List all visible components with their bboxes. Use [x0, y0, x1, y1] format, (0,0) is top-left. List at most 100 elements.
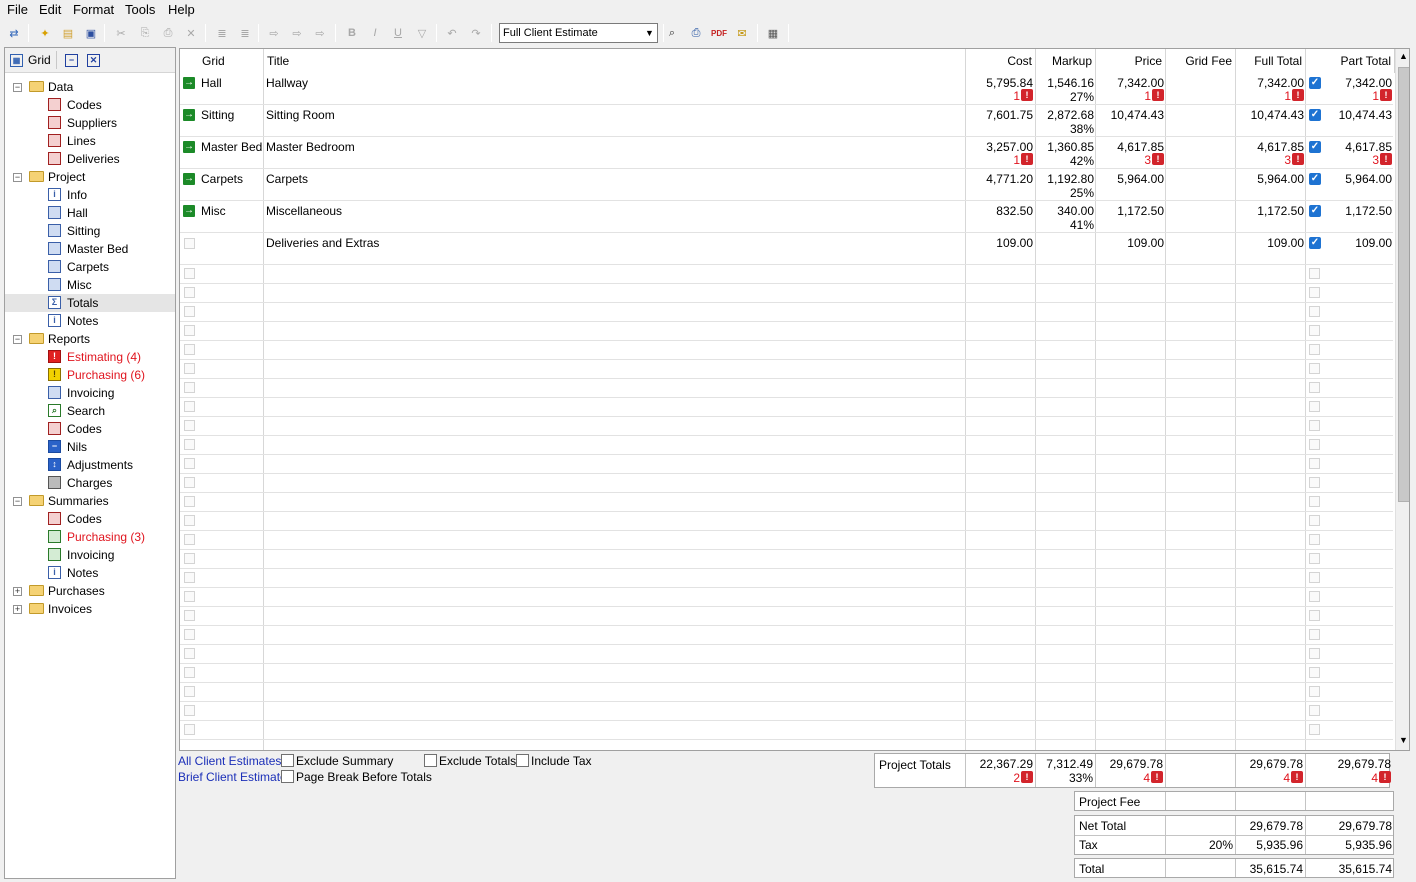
tree-item-reports-codes[interactable]: Codes: [5, 420, 175, 438]
open-project-icon[interactable]: ⇄: [5, 24, 23, 42]
new-icon[interactable]: ✦: [36, 24, 54, 42]
exclude-totals-checkbox[interactable]: [424, 754, 437, 767]
exclude-summary-checkbox[interactable]: [281, 754, 294, 767]
empty-row[interactable]: [180, 284, 1395, 303]
undo-icon[interactable]: ↶: [443, 24, 461, 42]
menu-help[interactable]: Help: [168, 2, 195, 18]
tree-item-reports-invoicing[interactable]: Invoicing: [5, 384, 175, 402]
report-select[interactable]: Full Client Estimate ▼: [499, 23, 658, 43]
underline-icon[interactable]: U: [389, 24, 407, 42]
empty-row[interactable]: [180, 721, 1395, 740]
empty-row[interactable]: [180, 379, 1395, 398]
bold-icon[interactable]: B: [343, 24, 361, 42]
empty-row[interactable]: [180, 531, 1395, 550]
tree-item-project-info[interactable]: i Info: [5, 186, 175, 204]
column-header-cost[interactable]: Cost: [966, 49, 1036, 73]
table-row[interactable]: → Carpets Carpets 4,771.20 1,192.80 25% 5,964.…: [180, 169, 1395, 201]
empty-row[interactable]: [180, 322, 1395, 341]
print-preview-icon[interactable]: ⌕: [663, 24, 681, 42]
menu-tools[interactable]: Tools: [125, 2, 155, 18]
tree-folder-invoices[interactable]: + Invoices: [5, 600, 175, 618]
empty-row[interactable]: [180, 436, 1395, 455]
menu-file[interactable]: File: [7, 2, 28, 18]
italic-icon[interactable]: I: [366, 24, 384, 42]
tree-folder-data[interactable]: − Data: [5, 78, 175, 96]
tree-item-reports-nils[interactable]: − Nils: [5, 438, 175, 456]
empty-row[interactable]: [180, 455, 1395, 474]
tree-item-reports-adjustments[interactable]: ↕ Adjustments: [5, 456, 175, 474]
tree-item-reports-search[interactable]: ⌕ Search: [5, 402, 175, 420]
go-to-grid-icon[interactable]: →: [183, 77, 195, 89]
empty-row[interactable]: [180, 360, 1395, 379]
table-row[interactable]: → Sitting Sitting Room 7,601.75 2,872.68 38% 1…: [180, 105, 1395, 137]
menu-edit[interactable]: Edit: [39, 2, 61, 18]
tree-item-summaries-notes[interactable]: i Notes: [5, 564, 175, 582]
empty-row[interactable]: [180, 550, 1395, 569]
tree-item-reports-purchasing[interactable]: ! Purchasing (6): [5, 366, 175, 384]
print-icon[interactable]: ⎙: [687, 24, 705, 42]
tree-item-summaries-purchasing[interactable]: Purchasing (3): [5, 528, 175, 546]
tree-item-reports-estimating[interactable]: ! Estimating (4): [5, 348, 175, 366]
tree-item-project-sitting[interactable]: Sitting: [5, 222, 175, 240]
menu-format[interactable]: Format: [73, 2, 114, 18]
go-to-grid-icon[interactable]: →: [183, 173, 195, 185]
all-client-estimates-link[interactable]: All Client Estimates: [178, 754, 281, 768]
open-folder-icon[interactable]: ▤: [59, 24, 77, 42]
column-header-full-total[interactable]: Full Total: [1236, 49, 1306, 73]
go-to-grid-icon[interactable]: →: [183, 109, 195, 121]
tree-item-project-carpets[interactable]: Carpets: [5, 258, 175, 276]
go-to-grid-icon[interactable]: →: [183, 205, 195, 217]
tree-item-data-codes[interactable]: Codes: [5, 96, 175, 114]
close-panel-icon[interactable]: ✕: [87, 54, 100, 67]
column-header-grid[interactable]: Grid: [180, 49, 264, 73]
collapse-icon[interactable]: −: [13, 83, 22, 92]
column-header-part-total[interactable]: Part Total: [1306, 49, 1395, 73]
save-icon[interactable]: ▣: [82, 24, 100, 42]
table-row[interactable]: Deliveries and Extras 109.00 109.00 109.00 ✓…: [180, 233, 1395, 265]
empty-row[interactable]: [180, 607, 1395, 626]
include-tax-checkbox[interactable]: [516, 754, 529, 767]
empty-row[interactable]: [180, 588, 1395, 607]
empty-row[interactable]: [180, 626, 1395, 645]
scroll-up-icon[interactable]: ▲: [1399, 51, 1408, 61]
tree-item-project-notes[interactable]: i Notes: [5, 312, 175, 330]
tree-item-reports-charges[interactable]: Charges: [5, 474, 175, 492]
collapse-all-icon[interactable]: −: [65, 54, 78, 67]
table-row[interactable]: → Master Bed Master Bedroom 3,257.00 1,360.8…: [180, 137, 1395, 169]
table-row[interactable]: → Misc Miscellaneous 832.50 340.00 41% 1,172.5…: [180, 201, 1395, 233]
empty-row[interactable]: [180, 341, 1395, 360]
table-row[interactable]: → Hall Hallway 5,795.84 1,546.16 27% 7,342.00 7…: [180, 73, 1395, 105]
tree-folder-purchases[interactable]: + Purchases: [5, 582, 175, 600]
empty-row[interactable]: [180, 569, 1395, 588]
scroll-down-icon[interactable]: ▼: [1399, 735, 1408, 745]
empty-row[interactable]: [180, 493, 1395, 512]
email-icon[interactable]: ✉: [733, 24, 751, 42]
column-header-grid-fee[interactable]: Grid Fee: [1166, 49, 1236, 73]
tree-item-project-hall[interactable]: Hall: [5, 204, 175, 222]
empty-row[interactable]: [180, 265, 1395, 284]
empty-row[interactable]: [180, 664, 1395, 683]
redo-icon[interactable]: ↷: [467, 24, 485, 42]
page-break-checkbox[interactable]: [281, 770, 294, 783]
column-header-price[interactable]: Price: [1096, 49, 1166, 73]
tree-folder-reports[interactable]: − Reports: [5, 330, 175, 348]
pdf-icon[interactable]: PDF: [710, 24, 728, 42]
tree-item-data-deliveries[interactable]: Deliveries: [5, 150, 175, 168]
empty-row[interactable]: [180, 398, 1395, 417]
tree-folder-project[interactable]: − Project: [5, 168, 175, 186]
column-header-title[interactable]: Title: [264, 49, 966, 73]
tree-folder-summaries[interactable]: − Summaries: [5, 492, 175, 510]
empty-row[interactable]: [180, 474, 1395, 493]
delete-row-icon[interactable]: ≣: [236, 24, 254, 42]
tree-item-data-suppliers[interactable]: Suppliers: [5, 114, 175, 132]
chevron-down-icon[interactable]: ▼: [642, 24, 657, 42]
empty-row[interactable]: [180, 683, 1395, 702]
tree-item-summaries-codes[interactable]: Codes: [5, 510, 175, 528]
calculator-icon[interactable]: ▦: [764, 24, 782, 42]
scrollbar-thumb[interactable]: [1398, 67, 1409, 502]
move-row-down-icon[interactable]: ⇨: [288, 24, 306, 42]
empty-row[interactable]: [180, 702, 1395, 721]
expand-icon[interactable]: +: [13, 605, 22, 614]
move-row-up-icon[interactable]: ⇨: [311, 24, 329, 42]
delete-icon[interactable]: ✕: [182, 24, 200, 42]
